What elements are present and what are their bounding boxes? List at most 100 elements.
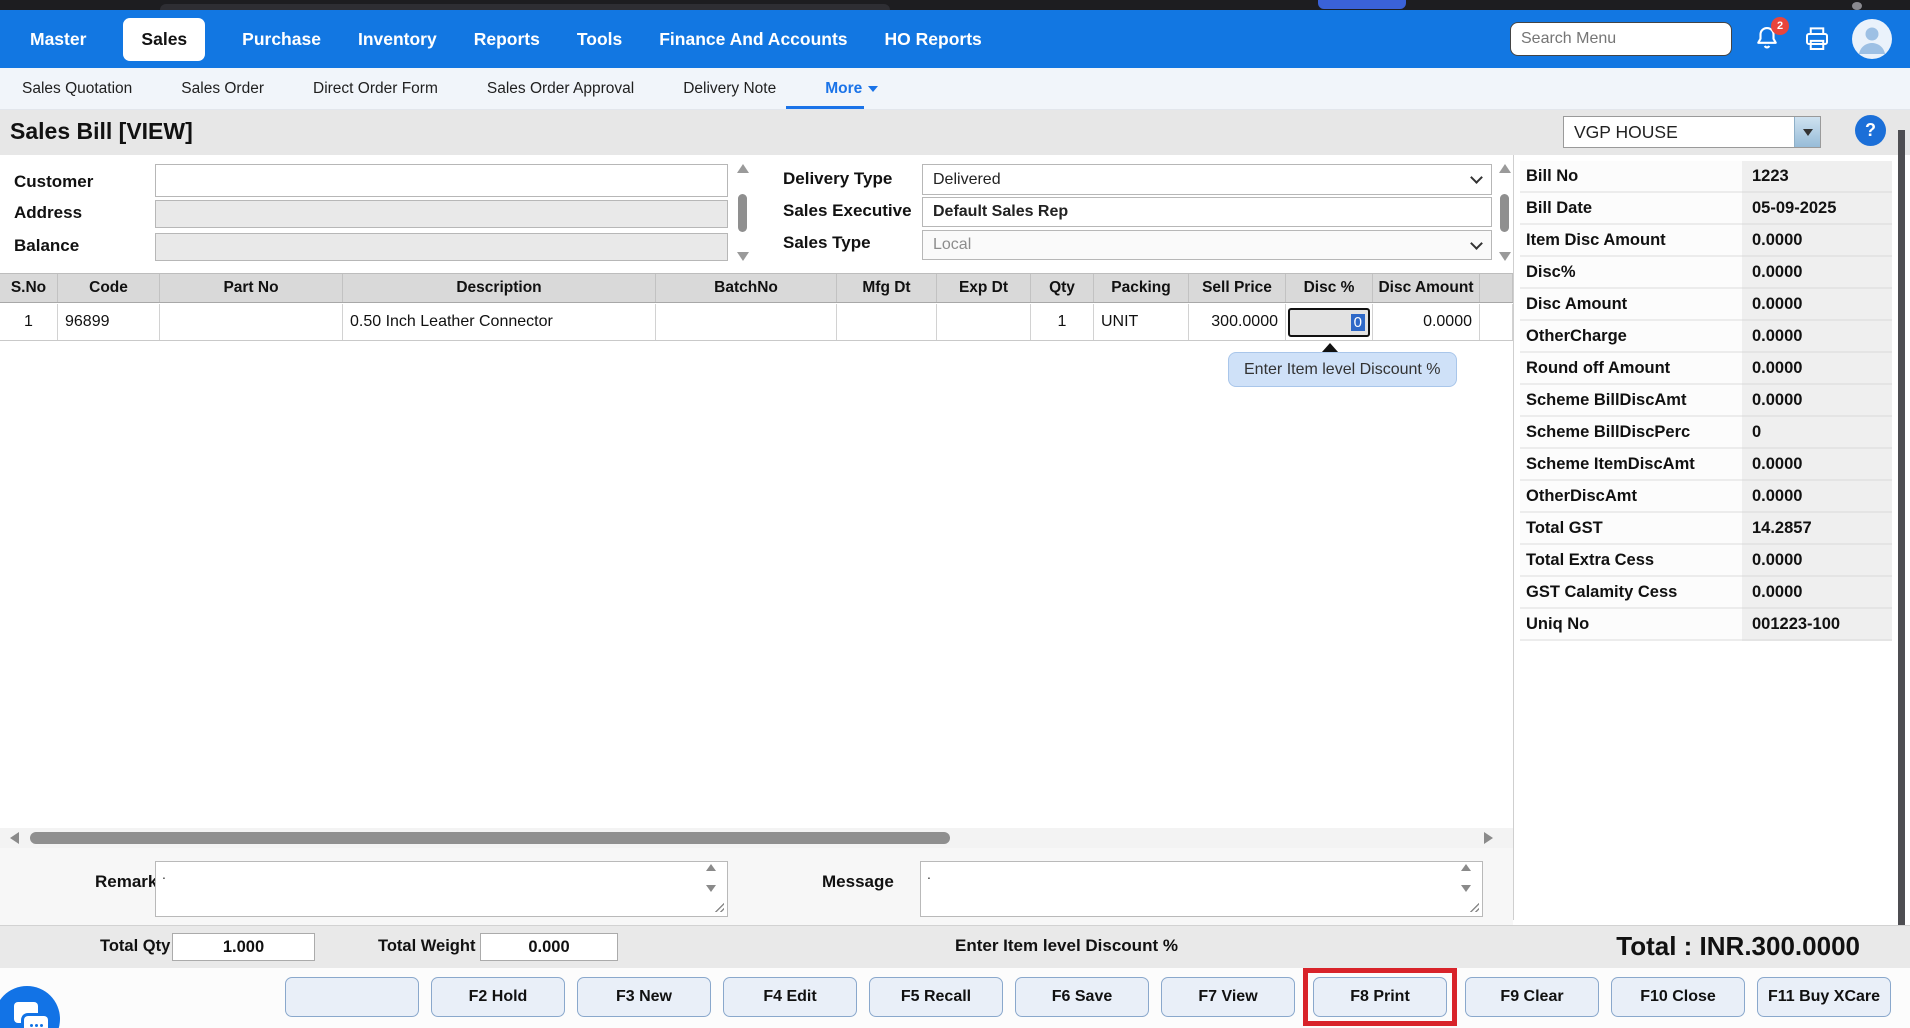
nav-item-reports[interactable]: Reports bbox=[474, 29, 540, 50]
summary-value: 0.0000 bbox=[1742, 577, 1892, 609]
message-textarea[interactable]: . bbox=[920, 861, 1483, 917]
nav-item-master[interactable]: Master bbox=[30, 29, 86, 50]
column-header-blank bbox=[1480, 274, 1513, 302]
delivery-type-select[interactable]: Delivered bbox=[922, 164, 1492, 195]
branch-select[interactable]: VGP HOUSE bbox=[1563, 116, 1821, 148]
message-label: Message bbox=[822, 872, 894, 891]
scroll-thumb[interactable] bbox=[30, 832, 950, 844]
summary-value: 001223-100 bbox=[1742, 609, 1892, 641]
scroll-thumb[interactable] bbox=[1500, 193, 1509, 232]
table-horizontal-scrollbar[interactable] bbox=[0, 828, 1513, 848]
button-f9-clear[interactable]: F9 Clear bbox=[1465, 977, 1599, 1017]
scroll-right-icon[interactable] bbox=[1484, 832, 1493, 844]
scroll-up-icon[interactable] bbox=[1498, 164, 1511, 173]
cell-part-no bbox=[160, 304, 343, 340]
summary-value: 0.0000 bbox=[1742, 481, 1892, 513]
status-message: Enter Item level Discount % bbox=[955, 936, 1178, 955]
customer-scrollbar[interactable] bbox=[734, 164, 751, 261]
function-buttons-bar: F2 Hold F3 New F4 Edit F5 Recall F6 Save F7 V… bbox=[0, 968, 1910, 1028]
balance-label: Balance bbox=[14, 236, 80, 255]
top-navbar: Master Sales Purchase Inventory Reports Tools… bbox=[0, 10, 1910, 68]
browser-chrome-strip bbox=[0, 0, 1910, 10]
scroll-up-icon[interactable] bbox=[1461, 864, 1471, 871]
branch-dropdown-button[interactable] bbox=[1794, 117, 1820, 147]
scroll-down-icon[interactable] bbox=[1461, 885, 1471, 892]
cell-batch-no bbox=[656, 304, 837, 340]
scroll-down-icon[interactable] bbox=[706, 885, 716, 892]
subnav-item-direct-order-form[interactable]: Direct Order Form bbox=[313, 80, 438, 98]
button-f10-close[interactable]: F10 Close bbox=[1611, 977, 1745, 1017]
avatar[interactable] bbox=[1852, 19, 1892, 59]
help-button[interactable]: ? bbox=[1855, 115, 1886, 146]
column-header-batchno: BatchNo bbox=[656, 274, 837, 302]
total-qty-label: Total Qty bbox=[100, 937, 171, 955]
scroll-left-icon[interactable] bbox=[10, 832, 19, 844]
bill-summary-rows: Bill No 1223 Bill Date 05-09-2025 Item Disc … bbox=[1520, 161, 1892, 641]
message-scroll-arrows[interactable] bbox=[1461, 864, 1471, 892]
sales-executive-input[interactable]: Default Sales Rep bbox=[922, 197, 1492, 227]
summary-value: 14.2857 bbox=[1742, 513, 1892, 545]
scroll-thumb[interactable] bbox=[738, 193, 747, 232]
column-header-qty: Qty bbox=[1031, 274, 1094, 302]
summary-row-disc-amount: Disc Amount 0.0000 bbox=[1520, 289, 1892, 321]
summary-row-scheme-billdiscamt: Scheme BillDiscAmt 0.0000 bbox=[1520, 385, 1892, 417]
printer-icon[interactable] bbox=[1802, 24, 1832, 54]
selected-text: 0 bbox=[1350, 313, 1365, 331]
scroll-down-icon[interactable] bbox=[736, 252, 749, 261]
customer-input[interactable] bbox=[155, 164, 728, 197]
user-icon bbox=[1859, 27, 1885, 54]
summary-value: 0.0000 bbox=[1742, 289, 1892, 321]
sales-type-select[interactable]: Local bbox=[922, 230, 1492, 260]
scroll-up-icon[interactable] bbox=[706, 864, 716, 871]
chevron-down-icon bbox=[1470, 236, 1483, 250]
button-f2-hold[interactable]: F2 Hold bbox=[431, 977, 565, 1017]
delivery-type-value: Delivered bbox=[933, 170, 1001, 188]
remarks-textarea[interactable]: . bbox=[155, 861, 728, 917]
form-scrollbar[interactable] bbox=[1496, 164, 1513, 261]
button-f5-recall[interactable]: F5 Recall bbox=[869, 977, 1003, 1017]
nav-item-sales[interactable]: Sales bbox=[123, 17, 206, 61]
nav-item-tools[interactable]: Tools bbox=[577, 29, 622, 50]
tooltip-arrow-icon bbox=[1322, 343, 1338, 352]
sales-type-label: Sales Type bbox=[783, 233, 871, 252]
total-qty-value: 1.000 bbox=[172, 933, 315, 961]
submenu-more[interactable]: More bbox=[825, 80, 879, 98]
scroll-up-icon[interactable] bbox=[736, 164, 749, 173]
cell-extra bbox=[1480, 304, 1513, 340]
total-weight-label: Total Weight bbox=[378, 937, 476, 955]
subnav-item-sales-quotation[interactable]: Sales Quotation bbox=[22, 80, 132, 98]
column-header-exp-dt: Exp Dt bbox=[937, 274, 1031, 302]
right-scrollbar[interactable] bbox=[1898, 130, 1905, 950]
search-input[interactable] bbox=[1510, 22, 1732, 56]
button-f7-view[interactable]: F7 View bbox=[1161, 977, 1295, 1017]
button-blank[interactable] bbox=[285, 977, 419, 1017]
address-input bbox=[155, 200, 728, 228]
summary-value: 0.0000 bbox=[1742, 321, 1892, 353]
remarks-scroll-arrows[interactable] bbox=[706, 864, 716, 892]
button-f8-print[interactable]: F8 Print bbox=[1313, 977, 1447, 1017]
summary-label: Scheme ItemDiscAmt bbox=[1520, 449, 1742, 481]
main-menu: Master Sales Purchase Inventory Reports Tools… bbox=[0, 17, 982, 61]
nav-item-purchase[interactable]: Purchase bbox=[242, 29, 321, 50]
button-f3-new[interactable]: F3 New bbox=[577, 977, 711, 1017]
scroll-down-icon[interactable] bbox=[1498, 252, 1511, 261]
button-f11-buy-xcare[interactable]: F11 Buy XCare bbox=[1757, 977, 1891, 1017]
summary-value: 0.0000 bbox=[1742, 545, 1892, 577]
button-f4-edit[interactable]: F4 Edit bbox=[723, 977, 857, 1017]
items-table-row[interactable]: 1 96899 0.50 Inch Leather Connector 1 UNIT 30… bbox=[0, 304, 1513, 341]
summary-label: Round off Amount bbox=[1520, 353, 1742, 385]
summary-label: Scheme BillDiscPerc bbox=[1520, 417, 1742, 449]
subnav-item-delivery-note[interactable]: Delivery Note bbox=[683, 80, 776, 98]
disc-percent-input[interactable]: 0 bbox=[1288, 307, 1370, 337]
nav-item-finance-and-accounts[interactable]: Finance And Accounts bbox=[659, 29, 847, 50]
notifications-button[interactable]: 2 bbox=[1752, 17, 1789, 55]
nav-item-ho-reports[interactable]: HO Reports bbox=[885, 29, 982, 50]
summary-row-item-disc-amount: Item Disc Amount 0.0000 bbox=[1520, 225, 1892, 257]
subnav-item-sales-order[interactable]: Sales Order bbox=[181, 80, 264, 98]
summary-row-total-gst: Total GST 14.2857 bbox=[1520, 513, 1892, 545]
subnav-item-sales-order-approval[interactable]: Sales Order Approval bbox=[487, 80, 634, 98]
cell-sno: 1 bbox=[0, 304, 58, 340]
button-f6-save[interactable]: F6 Save bbox=[1015, 977, 1149, 1017]
summary-row-uniq-no: Uniq No 001223-100 bbox=[1520, 609, 1892, 641]
nav-item-inventory[interactable]: Inventory bbox=[358, 29, 437, 50]
